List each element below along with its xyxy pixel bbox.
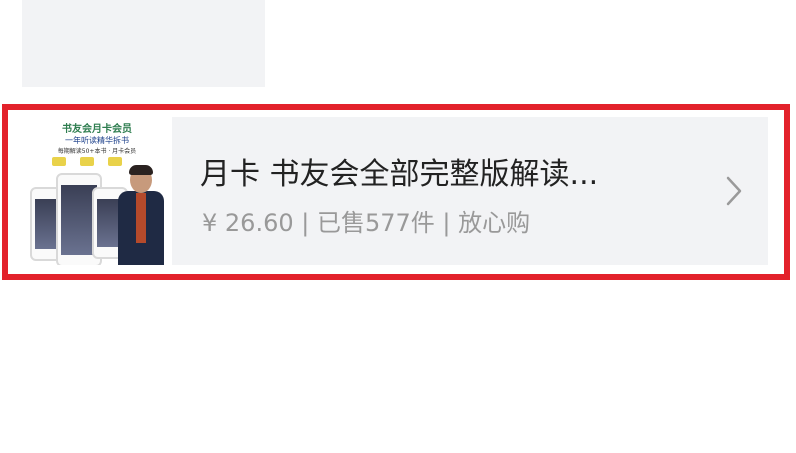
thumbnail-subtitle: 一年听读精华拆书 xyxy=(65,136,129,145)
product-price-sales: ¥ 26.60 | 已售577件 | 放心购 xyxy=(202,209,531,237)
thumbnail-badge xyxy=(80,157,94,166)
thumbnail-badge xyxy=(52,157,66,166)
product-card[interactable]: 书友会月卡会员 一年听读精华拆书 每期解读50+本书 · 月卡会员 月卡 书友会… xyxy=(22,117,768,265)
thumbnail-badges xyxy=(52,157,122,166)
thumbnail-title: 书友会月卡会员 xyxy=(62,124,132,135)
thumbnail-tagline: 每期解读50+本书 · 月卡会员 xyxy=(57,148,137,155)
previous-item-placeholder xyxy=(22,0,265,87)
product-info: 月卡 书友会全部完整版解读... ¥ 26.60 | 已售577件 | 放心购 xyxy=(172,117,768,265)
page: 书友会月卡会员 一年听读精华拆书 每期解读50+本书 · 月卡会员 月卡 书友会… xyxy=(0,0,796,453)
thumbnail-presenter-figure xyxy=(114,165,168,265)
product-thumbnail: 书友会月卡会员 一年听读精华拆书 每期解读50+本书 · 月卡会员 xyxy=(22,117,172,265)
product-title[interactable]: 月卡 书友会全部完整版解读... xyxy=(200,149,598,193)
chevron-right-icon[interactable] xyxy=(724,175,744,207)
